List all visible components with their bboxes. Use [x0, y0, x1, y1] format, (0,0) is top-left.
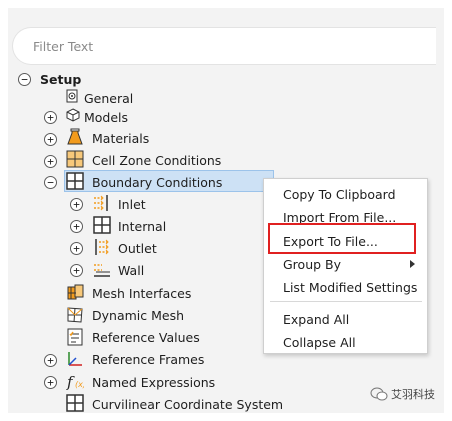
watermark: 艾羽科技 [370, 386, 435, 402]
tree-item-internal[interactable]: Internal [118, 219, 166, 234]
dynamic-mesh-icon [67, 307, 83, 323]
reference-values-icon [67, 328, 83, 346]
watermark-text: 艾羽科技 [391, 388, 435, 401]
expand-icon[interactable]: + [44, 354, 57, 367]
curvilinear-icon [66, 394, 84, 412]
tree-item-named-expressions[interactable]: Named Expressions [92, 375, 215, 390]
expand-icon[interactable]: + [70, 220, 83, 233]
expand-icon[interactable]: + [44, 111, 57, 124]
menu-item-copy-to-clipboard[interactable]: Copy To Clipboard [283, 187, 396, 202]
outlet-icon [95, 239, 109, 255]
tree-item-dynamic-mesh[interactable]: Dynamic Mesh [92, 308, 184, 323]
svg-text:(x): (x) [75, 380, 84, 389]
materials-icon [67, 128, 83, 145]
tree-item-materials[interactable]: Materials [92, 131, 149, 146]
reference-frames-icon [68, 352, 82, 366]
menu-item-list-modified-settings[interactable]: List Modified Settings [283, 280, 417, 295]
expand-icon[interactable]: + [70, 264, 83, 277]
tree-item-setup[interactable]: Setup [40, 72, 81, 87]
tree-item-curvilinear[interactable]: Curvilinear Coordinate System [92, 397, 283, 412]
tree-item-outlet[interactable]: Outlet [118, 241, 157, 256]
tree-item-mesh-interfaces[interactable]: Mesh Interfaces [92, 286, 191, 301]
tree-item-boundary-conditions[interactable]: Boundary Conditions [92, 175, 222, 190]
context-menu: Copy To Clipboard Import From File... Ex… [263, 178, 428, 354]
tree-item-wall[interactable]: Wall [118, 263, 144, 278]
submenu-arrow-icon [410, 260, 415, 268]
expand-icon[interactable]: + [70, 198, 83, 211]
wechat-icon [370, 387, 388, 401]
tree-item-cell-zone-conditions[interactable]: Cell Zone Conditions [92, 153, 221, 168]
tree-item-inlet[interactable]: Inlet [118, 197, 146, 212]
wall-icon [94, 264, 110, 277]
export-highlight-box [268, 223, 416, 254]
svg-text:f: f [66, 373, 75, 390]
filter-input[interactable] [31, 28, 415, 64]
named-expressions-icon: f (x) [66, 373, 84, 390]
tree-item-models[interactable]: Models [84, 110, 128, 125]
filter-box[interactable] [12, 27, 436, 65]
menu-item-collapse-all[interactable]: Collapse All [283, 335, 356, 350]
tree-item-general[interactable]: General [84, 91, 133, 106]
internal-icon [93, 216, 111, 234]
expand-icon[interactable]: + [44, 133, 57, 146]
models-icon [66, 108, 80, 122]
collapse-icon[interactable]: − [18, 73, 31, 86]
general-icon [66, 89, 78, 103]
cell-zone-icon [66, 150, 84, 168]
collapse-icon[interactable]: − [44, 176, 57, 189]
boundary-conditions-icon [66, 172, 84, 190]
tree-item-reference-values[interactable]: Reference Values [92, 330, 200, 345]
expand-icon[interactable]: + [44, 155, 57, 168]
menu-separator [270, 301, 422, 302]
expand-icon[interactable]: + [44, 376, 57, 389]
mesh-interfaces-icon [67, 284, 84, 300]
expand-icon[interactable]: + [70, 242, 83, 255]
tree-item-reference-frames[interactable]: Reference Frames [92, 352, 204, 367]
inlet-icon [94, 195, 108, 211]
menu-item-group-by[interactable]: Group By [283, 257, 341, 272]
menu-item-expand-all[interactable]: Expand All [283, 312, 349, 327]
